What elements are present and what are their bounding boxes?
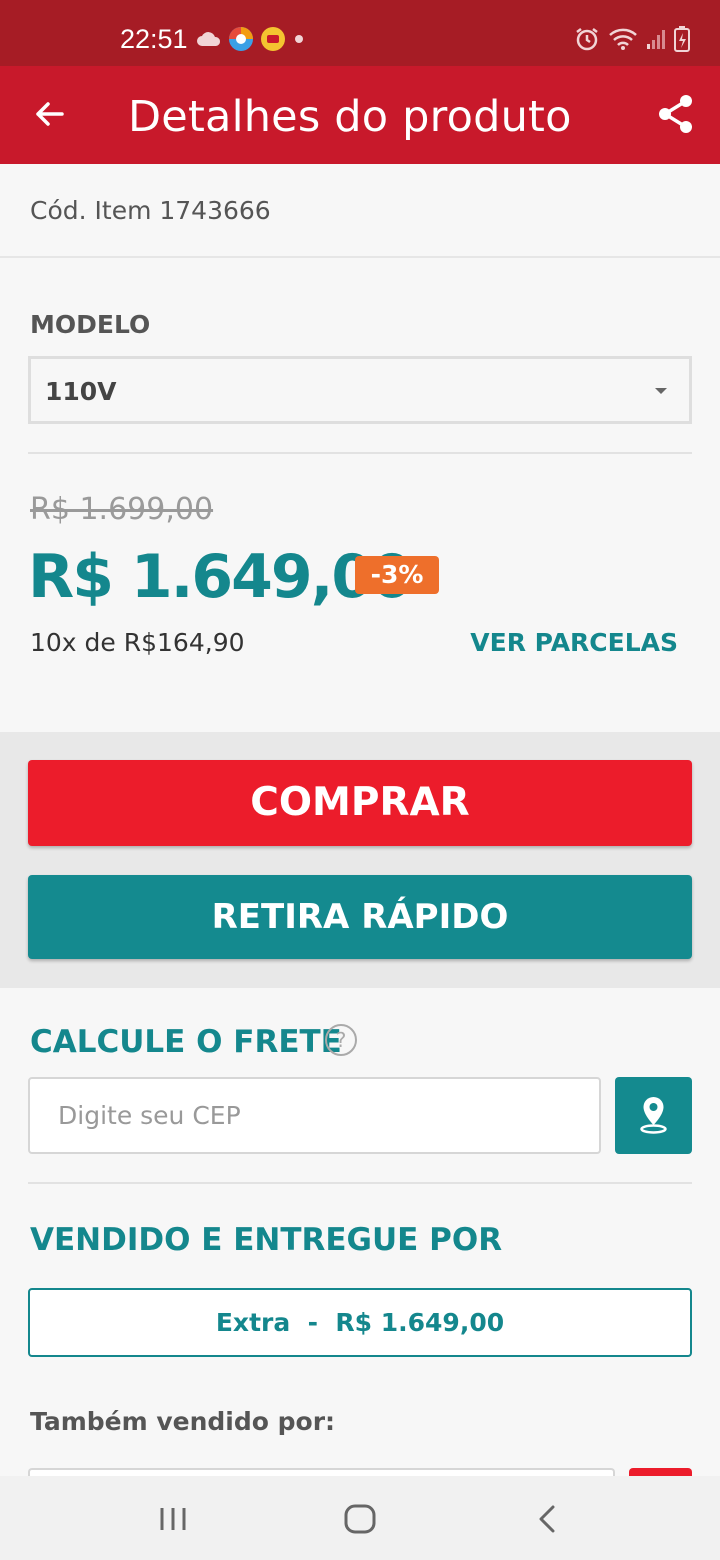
notification-icon (261, 27, 285, 51)
dot-icon (295, 35, 303, 43)
also-sold-by-label: Também vendido por: (30, 1407, 336, 1436)
status-time: 22:51 (120, 24, 188, 54)
old-price: R$ 1.699,00 (30, 492, 214, 527)
discount-badge: -3% (355, 556, 439, 594)
share-button[interactable] (654, 92, 698, 136)
main-seller-option[interactable]: Extra - R$ 1.649,00 (28, 1288, 692, 1357)
divider (28, 452, 692, 454)
alarm-icon (576, 28, 598, 51)
app-bar: Detalhes do produto (0, 66, 720, 164)
frete-panel: CALCULE O FRETE ? VENDIDO E ENTREGUE POR… (0, 988, 720, 1488)
retira-rapido-button[interactable]: RETIRA RÁPIDO (28, 875, 692, 959)
wifi-icon (609, 28, 637, 50)
cep-input[interactable] (28, 1077, 601, 1154)
map-pin-icon (640, 1097, 667, 1134)
browser-icon (229, 27, 253, 51)
arrow-left-icon (36, 102, 64, 126)
location-button[interactable] (615, 1077, 692, 1154)
model-label: MODELO (30, 310, 151, 339)
back-button[interactable] (28, 92, 72, 136)
cloud-icon (197, 32, 221, 46)
signal-icon (647, 30, 665, 49)
model-value: 110V (45, 377, 117, 406)
product-panel: MODELO 110V R$ 1.699,00 R$ 1.649,00 -3% … (0, 258, 720, 732)
seller-title: VENDIDO E ENTREGUE POR (30, 1222, 503, 1258)
ver-parcelas-link[interactable]: VER PARCELAS (470, 628, 678, 657)
item-code: Cód. Item 1743666 (30, 196, 271, 225)
dropdown-caret-icon (655, 388, 667, 394)
battery-icon (674, 26, 690, 52)
status-left-icons (196, 26, 306, 52)
nav-back-icon[interactable] (536, 1504, 558, 1534)
recent-apps-icon[interactable] (158, 1506, 188, 1532)
system-nav-bar (0, 1476, 720, 1560)
share-icon (659, 95, 692, 133)
home-icon[interactable] (344, 1504, 376, 1534)
status-bar: 22:51 (0, 0, 720, 66)
item-code-row: Cód. Item 1743666 (0, 164, 720, 258)
buy-panel: COMPRAR RETIRA RÁPIDO (0, 732, 720, 988)
current-price: R$ 1.649,00 (28, 542, 413, 612)
model-select[interactable]: 110V (28, 356, 692, 424)
comprar-button[interactable]: COMPRAR (28, 760, 692, 846)
help-icon[interactable]: ? (325, 1024, 357, 1056)
frete-title: CALCULE O FRETE (30, 1024, 342, 1060)
status-right-icons (574, 26, 690, 52)
divider (28, 1182, 692, 1184)
page-title: Detalhes do produto (128, 92, 572, 142)
installments-text: 10x de R$164,90 (30, 628, 245, 657)
